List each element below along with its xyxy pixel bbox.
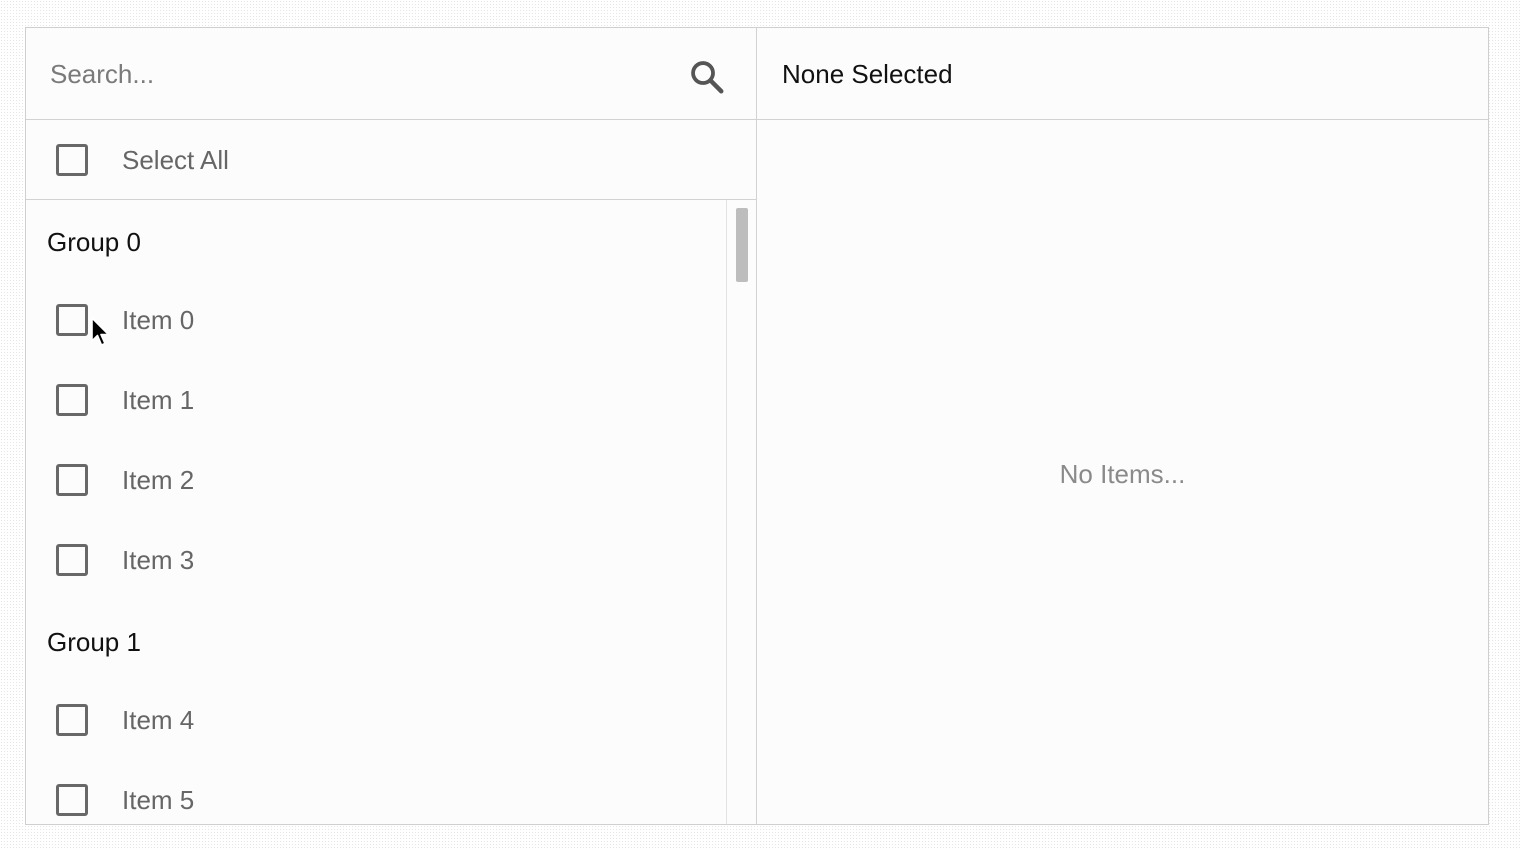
list-item[interactable]: Item 5 xyxy=(26,760,726,824)
selected-panel-header: None Selected xyxy=(757,28,1488,120)
item-checkbox[interactable] xyxy=(56,784,88,816)
search-input[interactable] xyxy=(50,54,650,94)
empty-state-text: No Items... xyxy=(1059,459,1186,489)
search-bar xyxy=(26,28,756,120)
select-all-label: Select All xyxy=(122,145,229,175)
item-checkbox[interactable] xyxy=(56,384,88,416)
scrollbar-thumb[interactable] xyxy=(736,208,748,282)
list-item[interactable]: Item 3 xyxy=(26,520,726,600)
search-icon[interactable] xyxy=(688,58,726,96)
available-items-panel: Select All Group 0 Item 0 Item 1 Item 2 … xyxy=(26,28,757,824)
item-label: Item 1 xyxy=(122,385,195,415)
item-checkbox[interactable] xyxy=(56,544,88,576)
list-item[interactable]: Item 0 xyxy=(26,280,726,360)
selected-items-panel: None Selected No Items... xyxy=(757,28,1488,824)
list-item[interactable]: Item 2 xyxy=(26,440,726,520)
item-label: Item 0 xyxy=(122,305,195,335)
select-all-checkbox[interactable] xyxy=(56,144,88,176)
item-list: Group 0 Item 0 Item 1 Item 2 Item 3 Grou… xyxy=(26,200,756,824)
item-label: Item 4 xyxy=(122,705,195,735)
group-header: Group 1 xyxy=(47,627,141,657)
item-label: Item 3 xyxy=(122,545,195,575)
select-all-row[interactable]: Select All xyxy=(26,120,756,200)
list-item[interactable]: Item 1 xyxy=(26,360,726,440)
item-checkbox[interactable] xyxy=(56,464,88,496)
item-checkbox[interactable] xyxy=(56,704,88,736)
dual-list-selector: Select All Group 0 Item 0 Item 1 Item 2 … xyxy=(25,27,1489,825)
group-header: Group 0 xyxy=(47,227,141,257)
item-checkbox[interactable] xyxy=(56,304,88,336)
scrollbar-track[interactable] xyxy=(726,200,756,824)
item-label: Item 2 xyxy=(122,465,195,495)
selected-count-title: None Selected xyxy=(782,59,953,89)
item-label: Item 5 xyxy=(122,785,195,815)
list-item[interactable]: Item 4 xyxy=(26,680,726,760)
